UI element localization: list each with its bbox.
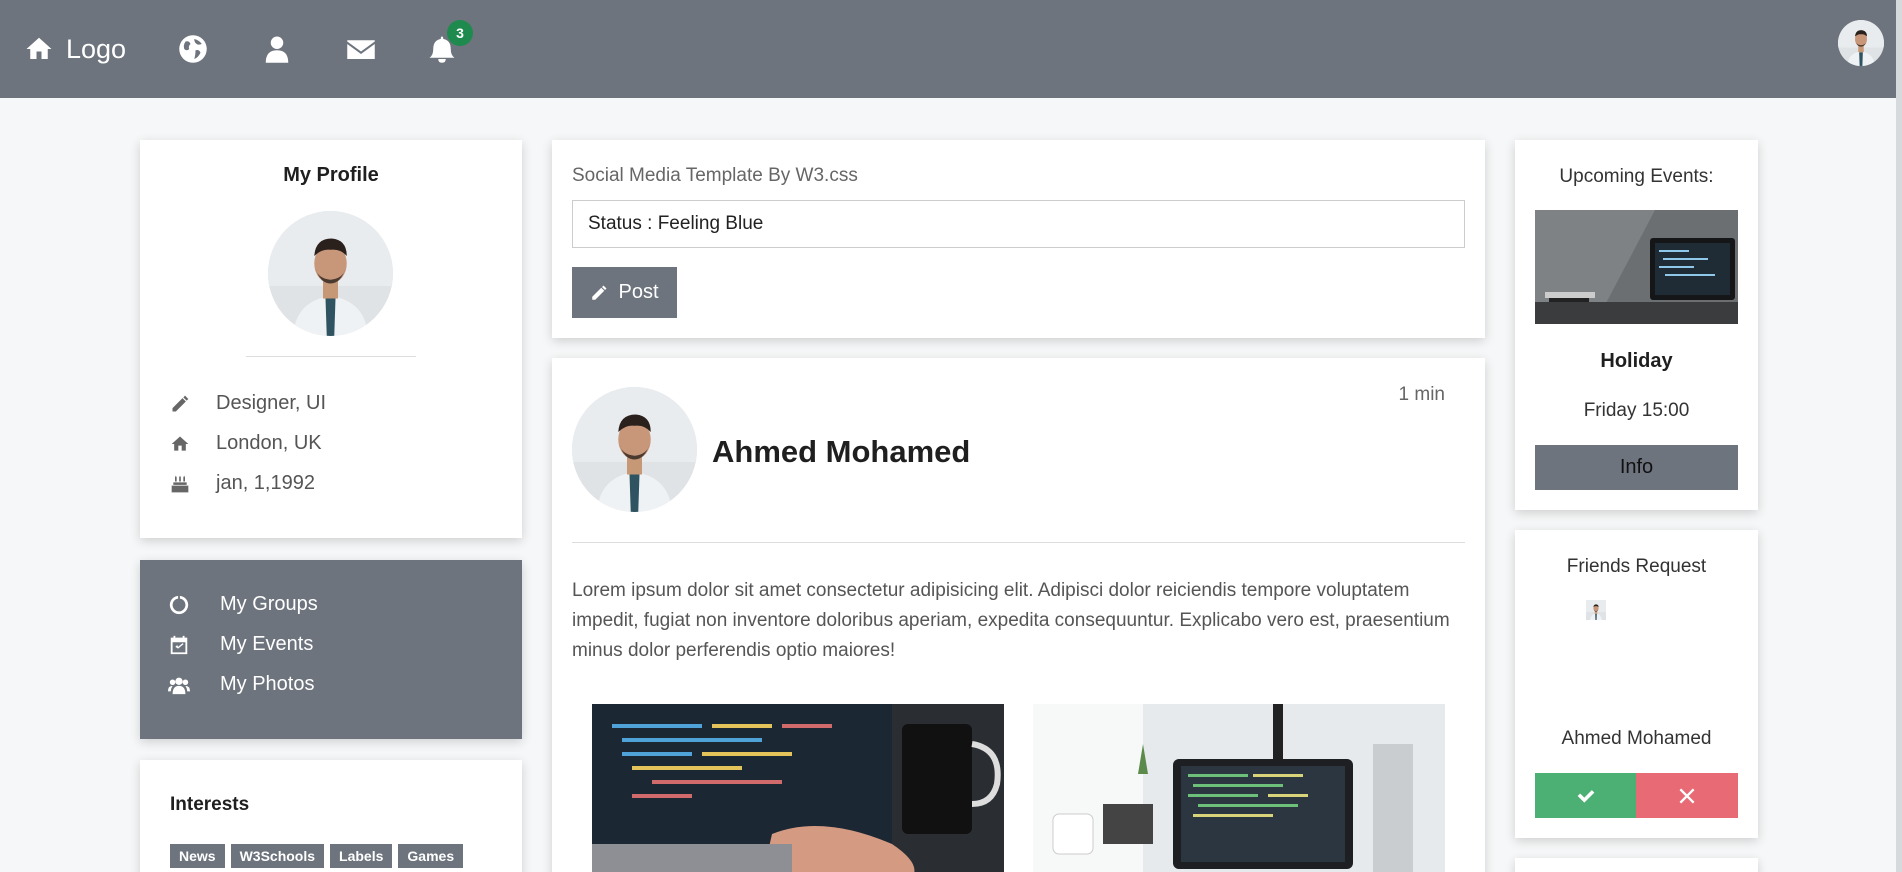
interest-tag[interactable]: Labels	[330, 844, 393, 868]
next-card	[1515, 858, 1758, 872]
menu-item-events[interactable]: My Events	[168, 633, 313, 656]
event-name: Holiday	[1600, 350, 1673, 372]
event-info-button[interactable]: Info	[1535, 445, 1738, 490]
profile-location-row: London, UK	[170, 432, 322, 455]
profile-title: My Profile	[283, 164, 379, 186]
profile-job: Designer, UI	[216, 392, 327, 414]
home-icon	[171, 436, 189, 451]
profile-location: London, UK	[216, 432, 322, 454]
post-button-label: Post	[618, 281, 659, 303]
notification-badge: 3	[447, 20, 473, 46]
friend-request-card: Friends Request Ahmed Mohamed	[1515, 530, 1758, 838]
pencil-icon	[172, 395, 189, 411]
post-text: Lorem ipsum dolor sit amet consectetur a…	[572, 580, 1450, 661]
events-card: Upcoming Events: Holiday Friday 15:00 In…	[1515, 140, 1758, 510]
divider	[246, 356, 416, 357]
avatar-image	[1838, 20, 1884, 66]
nav-notifications-button[interactable]: 3	[427, 0, 473, 98]
account-avatar[interactable]	[1838, 20, 1884, 66]
profile-avatar	[268, 211, 393, 336]
globe-icon	[179, 35, 207, 63]
menu-item-groups[interactable]: My Groups	[168, 593, 318, 616]
nav-messages-button[interactable]	[346, 0, 376, 98]
profile-card: My Profile Designer, UI London, UK jan, …	[140, 140, 522, 538]
check-icon	[1577, 789, 1594, 803]
status-input[interactable]: Status : Feeling Blue	[572, 200, 1465, 248]
interest-tag[interactable]: W3Schools	[230, 844, 325, 868]
interests-card: Interests News W3Schools Labels Games	[140, 760, 522, 872]
event-image	[1535, 210, 1738, 324]
menu-photos-label: My Photos	[220, 673, 315, 695]
close-icon	[1679, 788, 1695, 803]
birthday-cake-icon	[171, 475, 189, 492]
side-menu: My Groups My Events My Photos	[140, 560, 522, 739]
users-icon	[168, 677, 190, 694]
friend-request-title: Friends Request	[1566, 556, 1707, 577]
interest-tag[interactable]: Games	[398, 844, 464, 868]
home-icon	[26, 37, 52, 59]
interests-title: Interests	[170, 794, 250, 815]
menu-groups-label: My Groups	[220, 593, 318, 615]
pencil-icon	[592, 285, 607, 300]
event-time: Friday 15:00	[1583, 400, 1690, 421]
menu-events-label: My Events	[220, 633, 314, 655]
friend-request-avatar	[1586, 600, 1688, 702]
accept-request-button[interactable]	[1535, 773, 1636, 818]
events-title: Upcoming Events:	[1559, 166, 1714, 187]
divider	[572, 542, 1465, 543]
profile-birthday-row: jan, 1,1992	[170, 472, 315, 495]
post-time: 1 min	[1398, 384, 1445, 405]
status-card: Social Media Template By W3.css Status :…	[552, 140, 1485, 338]
status-subtitle: Social Media Template By W3.css	[572, 165, 858, 186]
friend-request-name: Ahmed Mohamed	[1561, 728, 1712, 749]
post-author-name: Ahmed Mohamed	[712, 434, 971, 469]
calendar-check-icon	[170, 635, 188, 654]
post-image-laptop-coding[interactable]	[592, 704, 1004, 872]
user-icon	[265, 36, 289, 63]
post-card: 1 min Ahmed Mohamed Lorem ipsum dolor si…	[552, 358, 1485, 872]
top-navbar: Logo 3	[0, 0, 1902, 98]
decline-request-button[interactable]	[1636, 773, 1738, 818]
circle-notch-icon	[169, 595, 189, 614]
post-author-avatar	[572, 387, 697, 512]
post-image-desk-setup[interactable]	[1033, 704, 1445, 872]
interest-tags: News W3Schools Labels Games	[170, 844, 464, 868]
logo-text: Logo	[66, 33, 127, 64]
logo-link[interactable]: Logo	[24, 0, 126, 98]
page-scrollbar[interactable]	[1896, 0, 1902, 872]
nav-news-button[interactable]	[178, 0, 208, 98]
envelope-icon	[347, 40, 375, 59]
profile-birthday: jan, 1,1992	[216, 472, 315, 494]
interest-tag[interactable]: News	[170, 844, 225, 868]
menu-item-photos[interactable]: My Photos	[168, 673, 314, 696]
nav-account-button[interactable]	[262, 0, 292, 98]
profile-job-row: Designer, UI	[170, 392, 326, 415]
post-button[interactable]: Post	[572, 267, 677, 318]
